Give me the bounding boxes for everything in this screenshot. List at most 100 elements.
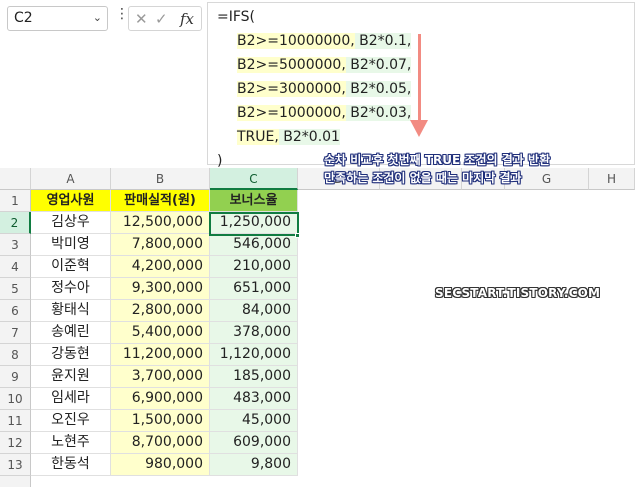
table-cell[interactable]: 185,000 (210, 366, 298, 388)
table-cell[interactable]: 7,800,000 (111, 234, 210, 256)
annotation-arrow-head (410, 120, 428, 137)
cancel-icon[interactable]: ✕ (135, 10, 148, 28)
table-cell[interactable]: 84,000 (210, 300, 298, 322)
empty-row-area (298, 431, 635, 432)
table-cell[interactable]: 임세라 (31, 388, 111, 410)
formula-result: B2*0.1, (354, 33, 412, 49)
empty-row-area (298, 365, 635, 366)
table-cell[interactable]: 6,900,000 (111, 388, 210, 410)
formula-controls: ✕ ✓ fx (128, 6, 202, 31)
formula-bar-area: C2 ⌄ ⋮ ✕ ✓ fx =IFS( B2>=10000000, B2*0.1,… (0, 0, 635, 170)
table-cell[interactable]: 9,300,000 (111, 278, 210, 300)
name-box[interactable]: C2 ⌄ (7, 6, 108, 31)
formula-line: B2>=5000000, B2*0.07, (237, 54, 412, 76)
watermark: SECSTART.TISTORY.COM (435, 286, 601, 300)
row-header-5[interactable]: 5 (0, 278, 31, 300)
empty-row-area (298, 321, 635, 322)
table-cell[interactable]: 김상우 (31, 212, 111, 234)
table-header-cell[interactable]: 보너스율 (210, 190, 298, 212)
empty-row-area (298, 233, 635, 234)
row-header-1[interactable]: 1 (0, 190, 31, 212)
empty-row-area (298, 277, 635, 278)
table-cell[interactable]: 483,000 (210, 388, 298, 410)
table-cell[interactable]: 3,700,000 (111, 366, 210, 388)
formula-line: B2>=10000000, B2*0.1, (237, 30, 412, 52)
row-header-4[interactable]: 4 (0, 256, 31, 278)
annotation-line-2: 만족하는 조건이 없을 때는 마지막 결과 (324, 171, 522, 185)
formula-text: =IFS( (217, 9, 256, 25)
table-cell[interactable]: 11,200,000 (111, 344, 210, 366)
formula-input[interactable]: =IFS(B2>=10000000, B2*0.1, B2>=5000000, B… (207, 2, 635, 169)
row-header-10[interactable]: 10 (0, 388, 31, 410)
empty-row-area (298, 387, 635, 388)
table-cell[interactable]: 980,000 (111, 454, 210, 476)
formula-text: ) (217, 153, 223, 169)
row-header-13[interactable]: 13 (0, 454, 31, 476)
table-cell[interactable]: 정수아 (31, 278, 111, 300)
table-header-cell[interactable]: 판매실적(원) (111, 190, 210, 212)
row-header-12[interactable]: 12 (0, 432, 31, 454)
table-cell[interactable]: 1,120,000 (210, 344, 298, 366)
table-cell[interactable]: 오진우 (31, 410, 111, 432)
fill-handle[interactable] (295, 233, 300, 238)
table-cell[interactable]: 5,400,000 (111, 322, 210, 344)
formula-condition: B2>=10000000, (237, 33, 355, 49)
empty-row-area (298, 211, 635, 212)
column-header-h[interactable]: H (589, 168, 635, 190)
column-header-c[interactable]: C (210, 168, 298, 190)
table-cell[interactable]: 9,800 (210, 454, 298, 476)
table-cell[interactable]: 12,500,000 (111, 212, 210, 234)
row-header-8[interactable]: 8 (0, 344, 31, 366)
formula-line: B2>=1000000, B2*0.03, (237, 102, 412, 124)
empty-row-area (298, 343, 635, 344)
active-cell-outline (209, 212, 299, 236)
table-cell[interactable]: 210,000 (210, 256, 298, 278)
formula-result: B2*0.01 (278, 129, 340, 145)
table-cell[interactable]: 1,500,000 (111, 410, 210, 432)
formula-condition: B2>=3000000, (237, 81, 346, 97)
table-cell[interactable]: 546,000 (210, 234, 298, 256)
table-cell[interactable]: 노현주 (31, 432, 111, 454)
row-header-14[interactable] (0, 476, 31, 487)
table-cell[interactable]: 45,000 (210, 410, 298, 432)
table-cell[interactable]: 이준혁 (31, 256, 111, 278)
formula-result: B2*0.03, (345, 105, 412, 121)
chevron-down-icon[interactable]: ⌄ (93, 11, 102, 24)
table-cell[interactable]: 한동석 (31, 454, 111, 476)
row-header-6[interactable]: 6 (0, 300, 31, 322)
select-all-corner[interactable] (0, 168, 31, 190)
annotation-line-1: 순차 비교후 첫번째 TRUE 조건의 결과 반환 (324, 153, 551, 167)
confirm-check-icon[interactable]: ✓ (155, 10, 168, 28)
annotation-arrow (418, 34, 421, 122)
row-header-3[interactable]: 3 (0, 234, 31, 256)
table-cell[interactable]: 378,000 (210, 322, 298, 344)
row-header-9[interactable]: 9 (0, 366, 31, 388)
insert-function-icon[interactable]: fx (180, 10, 194, 28)
table-cell[interactable]: 651,000 (210, 278, 298, 300)
table-cell[interactable]: 박미영 (31, 234, 111, 256)
table-cell[interactable]: 황태식 (31, 300, 111, 322)
table-cell[interactable]: 8,700,000 (111, 432, 210, 454)
spreadsheet-grid: A B C D E F G H 1 영업사원 판매실적(원) 보너스율 2 김상우 12,500,000 1,… (0, 168, 635, 487)
empty-row-area (298, 255, 635, 256)
formula-line: B2>=3000000, B2*0.05, (237, 78, 412, 100)
row-header-2[interactable]: 2 (0, 212, 31, 234)
row-header-7[interactable]: 7 (0, 322, 31, 344)
column-header-b[interactable]: B (111, 168, 210, 190)
table-cell[interactable]: 송예린 (31, 322, 111, 344)
formula-condition: B2>=5000000, (237, 57, 346, 73)
formula-line: =IFS( (217, 6, 255, 28)
more-options-icon[interactable]: ⋮ (115, 6, 129, 22)
empty-row-area (298, 453, 635, 454)
table-cell[interactable]: 2,800,000 (111, 300, 210, 322)
table-cell[interactable]: 609,000 (210, 432, 298, 454)
formula-result: B2*0.05, (345, 81, 412, 97)
table-cell[interactable]: 윤지원 (31, 366, 111, 388)
table-cell[interactable]: 4,200,000 (111, 256, 210, 278)
empty-row-area (298, 475, 635, 476)
column-header-a[interactable]: A (31, 168, 111, 190)
table-cell[interactable]: 강동현 (31, 344, 111, 366)
row-header-11[interactable]: 11 (0, 410, 31, 432)
table-header-cell[interactable]: 영업사원 (31, 190, 111, 212)
empty-row-area (298, 409, 635, 410)
